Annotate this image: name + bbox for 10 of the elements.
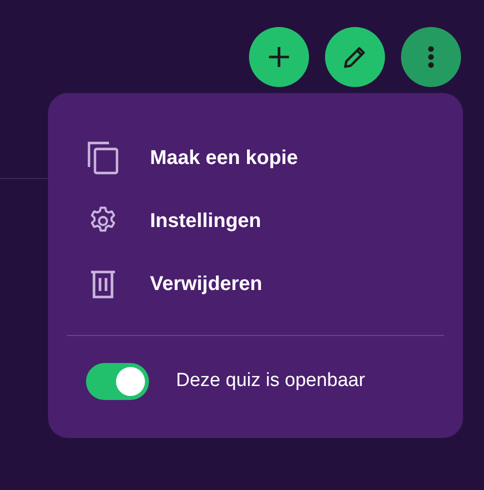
toggle-label: Deze quiz is openbaar (176, 369, 366, 394)
toggle-switch[interactable] (86, 363, 149, 400)
menu-item[interactable]: Instellingen (48, 189, 463, 252)
menu-item[interactable]: Verwijderen (48, 252, 463, 315)
trash-icon (90, 268, 116, 298)
more-icon (427, 45, 435, 69)
menu-item[interactable]: Maak een kopie (48, 126, 463, 189)
copy-icon (87, 140, 119, 174)
pencil-icon (342, 44, 368, 70)
plus-icon (267, 45, 291, 69)
